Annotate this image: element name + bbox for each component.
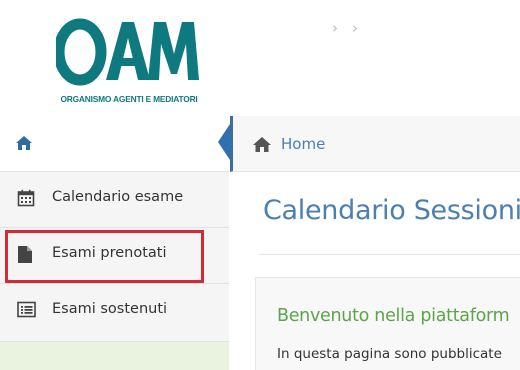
- breadcrumb-home-icon[interactable]: [252, 136, 272, 157]
- sidebar-item-active[interactable]: [0, 342, 229, 370]
- page-title: Calendario Sessioni: [263, 195, 520, 226]
- title-divider: [258, 254, 520, 255]
- home-icon[interactable]: [15, 135, 33, 155]
- sidebar-collapse-toggle[interactable]: [218, 116, 230, 168]
- list-icon: [17, 301, 36, 322]
- oam-logo: ORGANISMO AGENTI E MEDIATORI: [56, 14, 202, 106]
- breadcrumb-home-link[interactable]: Home: [281, 135, 325, 153]
- sidebar-item-esami-sostenuti[interactable]: Esami sostenuti: [0, 284, 229, 342]
- sidebar-item-label: Calendario esame: [52, 189, 184, 205]
- sidebar-item-label: Esami sostenuti: [52, 301, 168, 317]
- breadcrumb: Home: [230, 116, 520, 172]
- highlight-annotation: [5, 230, 204, 283]
- breadcrumb-separator: ›: [332, 19, 338, 37]
- chevron-left-icon: [218, 124, 230, 160]
- oam-logo-mark: [56, 18, 199, 86]
- sidebar-item-calendario-esame[interactable]: Calendario esame: [0, 172, 229, 228]
- logo-subtitle: ORGANISMO AGENTI E MEDIATORI: [60, 94, 198, 104]
- intro-text: In questa pagina sono pubblicate: [277, 346, 502, 362]
- breadcrumb-separator: ›: [352, 19, 358, 37]
- sidebar-header: [0, 116, 229, 172]
- calendar-icon: [17, 189, 35, 211]
- welcome-heading: Benvenuto nella piattaform: [277, 306, 510, 326]
